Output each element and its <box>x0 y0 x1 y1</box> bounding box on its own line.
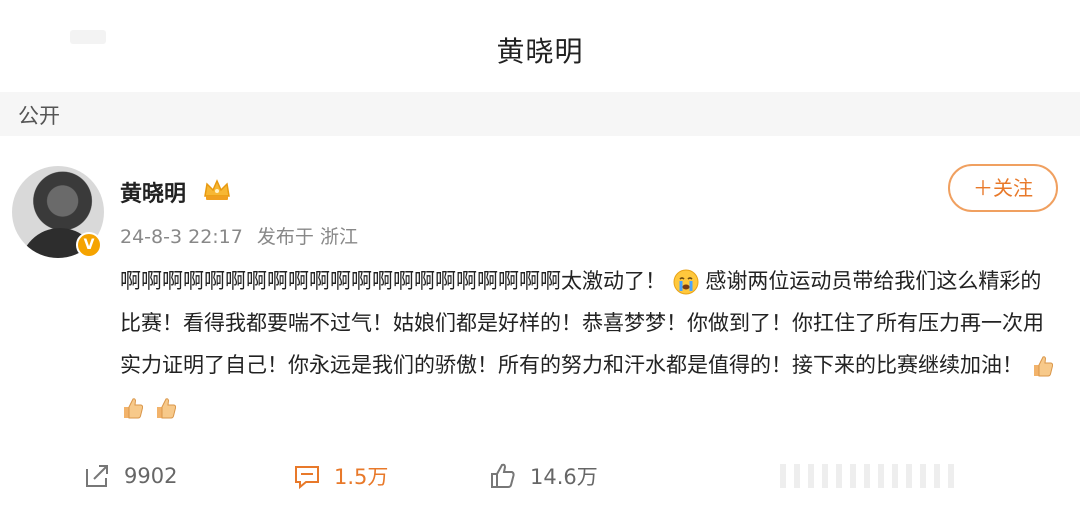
author-name[interactable]: 黄晓明 <box>120 176 186 208</box>
post-date: 24-8-3 22:17 <box>120 226 243 248</box>
crying-face-icon <box>673 269 699 295</box>
visibility-strip: 公开 <box>0 92 1080 136</box>
post-source: 发布于 浙江 <box>256 226 358 248</box>
like-count: 14.6万 <box>530 465 598 489</box>
crown-badge-icon <box>204 179 230 200</box>
comment-button[interactable]: 1.5万 <box>292 456 388 496</box>
verified-badge-icon: V <box>76 232 102 258</box>
thumbs-up-icon <box>156 398 176 419</box>
post-meta: 24-8-3 22:17 发布于 浙江 <box>120 222 366 249</box>
weibo-post: V 黄晓明 24-8-3 22:17 发布于 浙江 ＋关注 啊啊啊啊啊啊啊啊啊啊… <box>0 136 1080 514</box>
visibility-label: 公开 <box>18 104 60 128</box>
page-title: 黄晓明 <box>496 35 584 68</box>
post-text: 啊啊啊啊啊啊啊啊啊啊啊啊啊啊啊啊啊啊啊啊啊太激动了！ 感谢两位运动员带给我们这么… <box>120 260 1060 428</box>
comment-icon <box>295 466 319 490</box>
share-count: 9902 <box>124 464 178 488</box>
comment-count: 1.5万 <box>334 465 389 489</box>
action-bar: 9902 1.5万 14.6万 <box>0 456 1080 496</box>
follow-button[interactable]: ＋关注 <box>948 164 1058 212</box>
share-button[interactable]: 9902 <box>82 456 177 496</box>
like-icon <box>491 463 515 488</box>
faded-overlay <box>780 464 960 488</box>
thumbs-up-icon <box>1033 356 1053 377</box>
thumbs-up-icon <box>124 398 144 419</box>
share-icon <box>86 465 108 487</box>
like-button[interactable]: 14.6万 <box>488 456 598 496</box>
top-bar: 黄晓明 <box>0 0 1080 92</box>
post-text-part1: 啊啊啊啊啊啊啊啊啊啊啊啊啊啊啊啊啊啊啊啊啊太激动了！ <box>120 269 666 293</box>
